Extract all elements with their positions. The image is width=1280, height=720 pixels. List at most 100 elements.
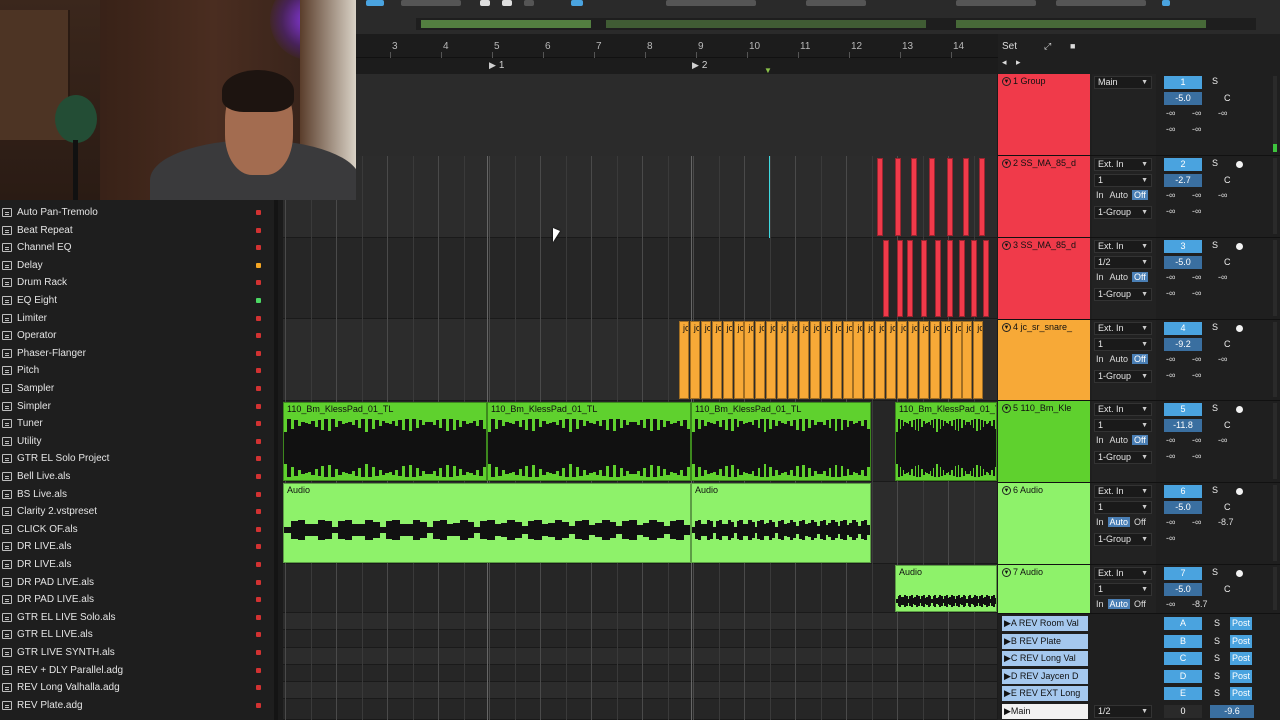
record-button[interactable] bbox=[524, 0, 534, 6]
track-lane[interactable] bbox=[283, 648, 997, 665]
input-channel-select[interactable]: 1 bbox=[1094, 583, 1152, 596]
browser-item[interactable]: Simpler bbox=[0, 398, 270, 415]
send-field[interactable]: -∞ bbox=[1192, 206, 1201, 216]
master-output-select[interactable]: 1/2 bbox=[1094, 705, 1152, 718]
arm-button-icon[interactable] bbox=[1236, 243, 1243, 250]
track-lane[interactable] bbox=[283, 630, 997, 648]
browser-item[interactable]: Channel EQ bbox=[0, 239, 270, 256]
monitor-switch[interactable]: In Auto Off bbox=[1094, 190, 1150, 200]
track-name[interactable]: ▼ 2 SS_MA_85_d bbox=[998, 156, 1090, 237]
snare-clip[interactable]: jc bbox=[962, 321, 973, 399]
solo-button[interactable]: S bbox=[1212, 567, 1218, 577]
browser-item[interactable]: Phaser-Flanger bbox=[0, 345, 270, 362]
snare-clip[interactable]: jc bbox=[755, 321, 766, 399]
locator-2[interactable]: 2 bbox=[692, 60, 708, 71]
input-type-select[interactable]: Main bbox=[1094, 76, 1152, 89]
browser-item[interactable]: DR LIVE.als bbox=[0, 538, 270, 555]
browser-item[interactable]: Sampler bbox=[0, 380, 270, 397]
send-field[interactable]: -∞ bbox=[1166, 435, 1175, 445]
snare-clip[interactable]: jc bbox=[744, 321, 755, 399]
audio-clip[interactable] bbox=[959, 240, 965, 317]
pan-field[interactable]: C bbox=[1224, 257, 1231, 267]
send-field[interactable]: -8.7 bbox=[1218, 517, 1234, 527]
monitor-off-button[interactable]: Off bbox=[1132, 272, 1148, 282]
arrangement-view[interactable]: jc jc jc jc jc jc jc jc jc jc jc jc jc jc jc jc jc jc jc jc… bbox=[283, 74, 997, 720]
monitor-auto-button[interactable]: Auto bbox=[1108, 354, 1131, 364]
lock-icon[interactable]: ■ bbox=[1070, 41, 1075, 51]
solo-button[interactable]: S bbox=[1214, 688, 1220, 698]
monitor-auto-button[interactable]: Auto bbox=[1107, 599, 1131, 609]
snare-clip[interactable]: jc bbox=[951, 321, 962, 399]
browser-item[interactable]: Utility bbox=[0, 433, 270, 450]
track-header[interactable]: ▼4 jc_sr_snare_ Ext. In 1 InAutoOff 1-Group 4… bbox=[998, 320, 1280, 401]
monitor-auto-button[interactable]: Auto bbox=[1107, 517, 1131, 527]
midi-mode[interactable] bbox=[1056, 0, 1146, 6]
browser-item[interactable]: Delay bbox=[0, 257, 270, 274]
audio-clip[interactable] bbox=[929, 158, 935, 236]
return-track-header[interactable]: ▶A REV Room Val A S Post bbox=[998, 615, 1280, 632]
browser-item[interactable]: Operator bbox=[0, 327, 270, 344]
send-field[interactable]: -8.7 bbox=[1192, 599, 1208, 609]
master-activator-button[interactable]: 0 bbox=[1164, 705, 1202, 718]
snare-clip[interactable]: jc bbox=[831, 321, 842, 399]
input-type-select[interactable]: Ext. In bbox=[1094, 322, 1152, 335]
monitor-auto-button[interactable]: Auto bbox=[1108, 190, 1131, 200]
return-track-name[interactable]: ▶B REV Plate bbox=[1002, 633, 1088, 649]
volume-field[interactable]: -5.0 bbox=[1164, 583, 1202, 596]
output-select[interactable]: 1-Group bbox=[1094, 206, 1152, 219]
pan-field[interactable]: C bbox=[1224, 175, 1231, 185]
arm-button-icon[interactable] bbox=[1236, 325, 1243, 332]
loop-display[interactable] bbox=[806, 0, 866, 6]
track-activator-button[interactable]: 3 bbox=[1164, 240, 1202, 253]
track-name[interactable]: ▼ 1 Group bbox=[998, 74, 1090, 155]
send-field[interactable]: -∞ bbox=[1166, 354, 1175, 364]
track-header[interactable]: ▼5 110_Bm_Kle Ext. In 1 InAutoOff 1-Group 5 -1… bbox=[998, 401, 1280, 483]
fold-toggle-icon[interactable]: ▶ bbox=[1004, 636, 1011, 646]
arm-button-icon[interactable] bbox=[1236, 488, 1243, 495]
send-field[interactable]: -∞ bbox=[1166, 190, 1175, 200]
send-field[interactable]: -∞ bbox=[1218, 354, 1227, 364]
snare-clip[interactable]: jc bbox=[766, 321, 777, 399]
send-field[interactable]: -∞ bbox=[1166, 370, 1175, 380]
browser-item[interactable]: REV Plate.adg bbox=[0, 697, 270, 714]
track-activator-button[interactable]: 7 bbox=[1164, 567, 1202, 580]
browser-item[interactable]: Beat Repeat bbox=[0, 222, 270, 239]
track-lane[interactable] bbox=[283, 699, 997, 720]
snare-clip[interactable]: jc bbox=[679, 321, 689, 399]
fold-toggle-icon[interactable]: ▼ bbox=[1002, 241, 1011, 251]
snare-clip[interactable]: jc bbox=[689, 321, 700, 399]
fold-toggle-icon[interactable]: ▶ bbox=[1004, 671, 1011, 681]
audio-clip[interactable]: Audio bbox=[895, 565, 997, 612]
monitor-switch[interactable]: In Auto Off bbox=[1094, 354, 1150, 364]
pan-field[interactable]: C bbox=[1224, 93, 1231, 103]
audio-clip[interactable] bbox=[947, 158, 953, 236]
browser-item[interactable]: DR PAD LIVE.als bbox=[0, 591, 270, 608]
locator-1[interactable]: 1 bbox=[489, 60, 505, 71]
snare-clip[interactable]: jc bbox=[907, 321, 918, 399]
send-field[interactable]: -∞ bbox=[1192, 517, 1201, 527]
overdub-button[interactable] bbox=[571, 0, 583, 6]
set-button[interactable]: Set bbox=[1002, 41, 1017, 52]
audio-clip[interactable] bbox=[983, 240, 989, 317]
browser-item[interactable]: GTR EL Solo Project bbox=[0, 450, 270, 467]
browser-item[interactable]: GTR EL LIVE.als bbox=[0, 626, 270, 643]
return-activator-button[interactable]: E bbox=[1164, 687, 1202, 701]
snare-clip[interactable]: jc bbox=[820, 321, 831, 399]
monitor-switch[interactable]: In Auto Off bbox=[1094, 272, 1150, 282]
send-field[interactable]: -∞ bbox=[1166, 533, 1175, 543]
track-lane[interactable] bbox=[283, 665, 997, 682]
track-lane[interactable] bbox=[283, 156, 997, 238]
audio-clip[interactable]: Audio bbox=[691, 483, 871, 563]
send-field[interactable]: -∞ bbox=[1192, 435, 1201, 445]
fold-toggle-icon[interactable]: ▼ bbox=[1002, 323, 1011, 333]
snare-clip[interactable]: jc bbox=[722, 321, 733, 399]
send-field[interactable]: -∞ bbox=[1166, 272, 1175, 282]
master-track-header[interactable]: ▶Main 1/2 0 -9.6 bbox=[998, 703, 1280, 720]
snare-clip[interactable]: jc bbox=[929, 321, 940, 399]
browser-item[interactable]: EQ Eight bbox=[0, 292, 270, 309]
fold-toggle-icon[interactable]: ▼ bbox=[1002, 159, 1011, 169]
audio-clip[interactable] bbox=[907, 240, 913, 317]
post-button[interactable]: Post bbox=[1230, 634, 1252, 648]
input-channel-select[interactable]: 1/2 bbox=[1094, 256, 1152, 269]
return-track-header[interactable]: ▶C REV Long Val C S Post bbox=[998, 650, 1280, 667]
